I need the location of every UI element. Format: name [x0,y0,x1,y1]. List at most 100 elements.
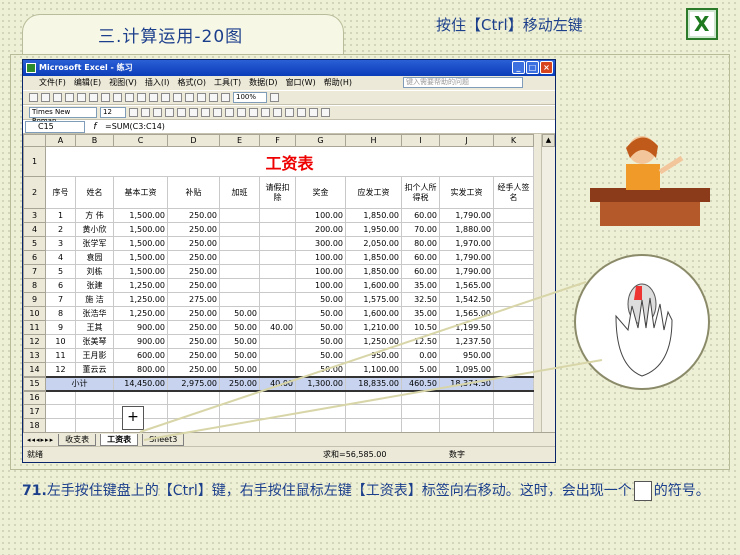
table-cell[interactable]: 1,850.00 [345,208,402,223]
undo-icon[interactable] [137,93,146,102]
table-cell[interactable]: 1,600.00 [345,306,402,321]
table-cell[interactable]: 50.00 [295,334,346,349]
table-cell[interactable]: 1,210.00 [345,320,402,335]
row-header[interactable]: 13 [23,348,46,363]
menu-window[interactable]: 窗口(W) [286,76,316,90]
menu-edit[interactable]: 编辑(E) [74,76,101,90]
worksheet-grid[interactable]: A B C D E F G H I J K 1 工资表 2 序号 姓名 基本工资 补贴… [23,134,543,433]
table-cell[interactable]: 1,199.50 [439,320,494,335]
table-cell[interactable] [259,236,296,251]
menu-file[interactable]: 文件(F) [39,76,66,90]
table-cell[interactable]: 1 [45,208,76,223]
scroll-up-icon[interactable]: ▲ [542,134,555,147]
table-cell[interactable] [493,292,534,307]
table-cell[interactable]: 张学军 [75,236,114,251]
table-cell[interactable] [219,208,260,223]
tab-shouzhi[interactable]: 收支表 [58,433,97,446]
table-cell[interactable] [259,250,296,265]
table-cell[interactable]: 张美琴 [75,334,114,349]
table-cell[interactable]: 1,970.00 [439,236,494,251]
table-cell[interactable]: 250.00 [167,278,220,293]
hyperlink-icon[interactable] [161,93,170,102]
column-header[interactable]: G [295,134,346,147]
paste-icon[interactable] [125,93,134,102]
table-cell[interactable]: 5.00 [401,362,440,377]
table-cell[interactable]: 250.00 [167,264,220,279]
table-cell[interactable]: 100.00 [295,208,346,223]
table-cell[interactable]: 50.00 [295,306,346,321]
table-cell[interactable] [219,292,260,307]
table-cell[interactable]: 250.00 [167,236,220,251]
save-icon[interactable] [53,93,62,102]
table-cell[interactable] [259,278,296,293]
table-cell[interactable]: 黄小欣 [75,222,114,237]
redo-icon[interactable] [149,93,158,102]
table-cell[interactable]: 1,100.00 [345,362,402,377]
align-left-icon[interactable] [165,108,174,117]
table-cell[interactable]: 70.00 [401,222,440,237]
table-cell[interactable] [493,306,534,321]
row-header[interactable]: 16 [23,390,46,405]
table-cell[interactable]: 50.00 [295,292,346,307]
table-cell[interactable]: 1,880.00 [439,222,494,237]
total-cell[interactable]: 小计 [45,375,114,392]
column-title[interactable]: 基本工资 [113,176,168,209]
table-cell[interactable] [493,208,534,223]
table-cell[interactable]: 2 [45,222,76,237]
table-cell[interactable]: 袁园 [75,250,114,265]
table-cell[interactable] [493,348,534,363]
column-header[interactable]: D [167,134,220,147]
table-cell[interactable]: 80.00 [401,236,440,251]
table-cell[interactable]: 32.50 [401,292,440,307]
table-cell[interactable]: 900.00 [113,320,168,335]
total-cell[interactable]: 18,374.50 [439,375,494,392]
table-cell[interactable]: 1,600.00 [345,278,402,293]
total-cell[interactable]: 1,300.00 [295,375,346,392]
table-cell[interactable]: 50.00 [219,334,260,349]
table-cell[interactable]: 11 [45,348,76,363]
menu-tools[interactable]: 工具(T) [214,76,241,90]
table-cell[interactable]: 250.00 [167,208,220,223]
table-cell[interactable] [493,264,534,279]
underline-icon[interactable] [153,108,162,117]
decrease-decimal-icon[interactable] [261,108,270,117]
table-cell[interactable] [219,250,260,265]
tab-gongzi[interactable]: 工资表 [100,433,139,446]
table-cell[interactable] [259,292,296,307]
table-cell[interactable]: 施 洁 [75,292,114,307]
table-cell[interactable]: 1,850.00 [345,264,402,279]
table-cell[interactable] [493,222,534,237]
cut-icon[interactable] [101,93,110,102]
table-cell[interactable]: 8 [45,306,76,321]
table-cell[interactable]: 35.00 [401,306,440,321]
table-cell[interactable]: 35.00 [401,278,440,293]
table-cell[interactable]: 60.00 [401,208,440,223]
increase-decimal-icon[interactable] [249,108,258,117]
table-cell[interactable]: 250.00 [167,250,220,265]
table-cell[interactable]: 300.00 [295,236,346,251]
table-cell[interactable]: 1,250.00 [345,334,402,349]
table-cell[interactable]: 100.00 [295,278,346,293]
column-title[interactable]: 经手人签名 [493,176,534,209]
column-title[interactable]: 奖金 [295,176,346,209]
table-cell[interactable]: 王月影 [75,348,114,363]
table-cell[interactable]: 50.00 [219,362,260,377]
row-header[interactable]: 15 [23,375,46,392]
merge-icon[interactable] [201,108,210,117]
column-title[interactable]: 姓名 [75,176,114,209]
table-cell[interactable] [493,278,534,293]
column-title[interactable]: 扣个人所得税 [401,176,440,209]
column-title[interactable]: 应发工资 [345,176,402,209]
preview-icon[interactable] [77,93,86,102]
total-cell[interactable]: 250.00 [219,375,260,392]
table-cell[interactable]: 1,790.00 [439,250,494,265]
table-cell[interactable]: 张建 [75,278,114,293]
row-header[interactable]: 12 [23,334,46,349]
row-header[interactable]: 9 [23,292,46,307]
table-cell[interactable]: 4 [45,250,76,265]
align-right-icon[interactable] [189,108,198,117]
table-cell[interactable]: 10.50 [401,320,440,335]
table-cell[interactable]: 600.00 [113,348,168,363]
row-header[interactable]: 18 [23,418,46,433]
table-cell[interactable] [259,222,296,237]
